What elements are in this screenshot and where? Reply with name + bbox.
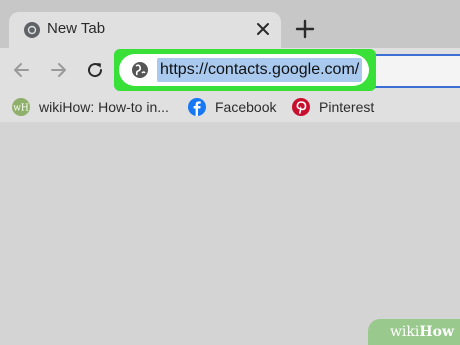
globe-icon[interactable]	[131, 61, 149, 79]
watermark-suffix: How	[419, 324, 454, 340]
page-content	[0, 122, 460, 345]
tab-title: New Tab	[47, 20, 106, 37]
arrow-left-icon[interactable]	[11, 60, 31, 80]
bookmark-label: wikiHow: How-to in...	[39, 99, 169, 115]
bookmark-label: Pinterest	[319, 99, 375, 115]
address-bar-focus-ring	[374, 54, 460, 88]
tab-strip: New Tab	[0, 0, 460, 48]
wikihow-watermark: wikiHow	[367, 319, 460, 345]
facebook-icon	[188, 98, 206, 116]
address-bar[interactable]: https://contacts.google.com/	[119, 54, 369, 86]
url-text[interactable]: https://contacts.google.com/	[157, 58, 363, 82]
tab-new-tab[interactable]: New Tab	[9, 12, 281, 48]
close-icon[interactable]	[254, 20, 272, 38]
pinterest-icon	[292, 98, 310, 116]
bookmark-wikihow[interactable]: wH wikiHow: How-to in...	[12, 97, 169, 117]
svg-text:wH: wH	[13, 104, 29, 114]
bookmark-label: Facebook	[215, 99, 277, 115]
watermark-prefix: wiki	[389, 324, 420, 340]
bookmarks-bar: wH wikiHow: How-to in... Facebook Pinter…	[0, 92, 460, 122]
chrome-icon	[24, 22, 40, 38]
bookmark-facebook[interactable]: Facebook	[188, 97, 276, 117]
plus-icon[interactable]	[295, 19, 315, 39]
wikihow-icon: wH	[12, 98, 30, 116]
bookmark-pinterest[interactable]: Pinterest	[292, 97, 374, 117]
reload-icon[interactable]	[85, 60, 105, 80]
arrow-right-icon[interactable]	[49, 60, 69, 80]
